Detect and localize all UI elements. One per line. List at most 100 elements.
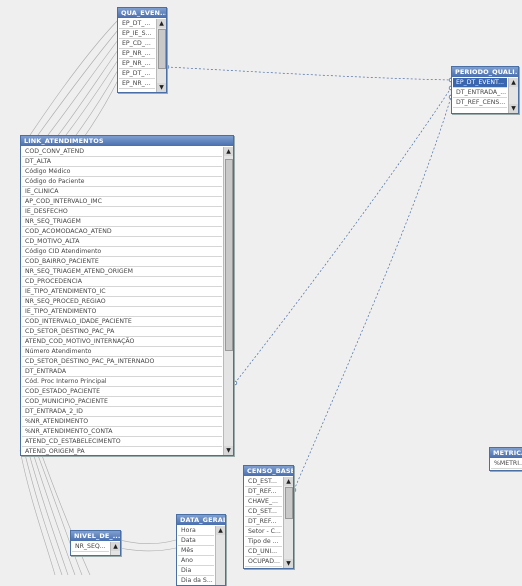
field-row[interactable]: NR_SEQ_TRIAGEM_ATEND_ORIGEM — [22, 267, 222, 277]
field-row[interactable]: CD_MOTIVO_ALTA — [22, 237, 222, 247]
field-row[interactable]: IE_TIPO_ATENDIMENTO_IC — [22, 287, 222, 297]
table-link-atendimentos[interactable]: LINK_ATENDIMENTOS COD_CONV_ATEND DT_ALTA C… — [20, 135, 234, 456]
field-row[interactable]: EP_DT_EVENT... — [453, 78, 507, 88]
table-nivel-de[interactable]: NIVEL_DE_... NR_SEQ... ▲ — [70, 530, 121, 556]
table-metrica[interactable]: METRICA_... %METRI... — [489, 447, 522, 471]
field-row[interactable]: Data — [178, 536, 214, 546]
field-row[interactable]: ATEND_ORIGEM_PA — [22, 447, 222, 455]
field-row[interactable]: DT_ENTRADA_... — [453, 88, 507, 98]
field-row[interactable]: NR_SEQ... — [72, 542, 109, 552]
field-row[interactable]: COD_MUNICIPIO_PACIENTE — [22, 397, 222, 407]
table-body: Hora Data Mês Ano Dia Dia da S... ▲ — [177, 526, 225, 585]
table-title[interactable]: QUA_EVEN... — [118, 8, 166, 18]
field-row[interactable]: CD_SETOR_DESTINO_PAC_PA_INTERNADO — [22, 357, 222, 367]
field-row[interactable]: Cód. Proc Interno Principal — [22, 377, 222, 387]
table-censo-base[interactable]: CENSO_BASE CD_EST... DT_REF... CHAVE_... CD… — [243, 465, 294, 569]
field-row[interactable]: DT_ALTA — [22, 157, 222, 167]
field-row[interactable]: CD_EST... — [245, 477, 282, 487]
scrollbar[interactable]: ▲ ▼ — [283, 477, 293, 568]
table-qua-even[interactable]: QUA_EVEN... EP_DT_... EP_IE_S... EP_CD_...… — [117, 7, 167, 93]
table-title[interactable]: PERIODO_QUALI... — [452, 67, 518, 77]
table-body: NR_SEQ... ▲ — [71, 542, 120, 555]
table-periodo-quali[interactable]: PERIODO_QUALI... EP_DT_EVENT... DT_ENTRAD… — [451, 66, 519, 114]
scroll-up-icon[interactable]: ▲ — [224, 147, 233, 156]
scrollbar[interactable]: ▲ — [110, 542, 120, 555]
table-body: EP_DT_EVENT... DT_ENTRADA_... DT_REF_CENS.… — [452, 78, 518, 113]
field-row[interactable]: Número Atendimento — [22, 347, 222, 357]
field-row[interactable]: COD_BAIRRO_PACIENTE — [22, 257, 222, 267]
field-row[interactable]: IE_TIPO_ATENDIMENTO — [22, 307, 222, 317]
field-row[interactable]: Dia da S... — [178, 576, 214, 585]
field-row[interactable]: DT_REF_CENS... — [453, 98, 507, 108]
field-row[interactable]: COD_INTERVALO_IDADE_PACIENTE — [22, 317, 222, 327]
field-row[interactable]: EP_IE_S... — [119, 29, 155, 39]
field-row[interactable]: %NR_ATENDIMENTO_CONTA — [22, 427, 222, 437]
field-row[interactable]: EP_NR_... — [119, 59, 155, 69]
field-row[interactable]: OCUPAD... — [245, 557, 282, 567]
field-list: NR_SEQ... — [71, 542, 110, 555]
table-title[interactable]: DATA_GERAL — [177, 515, 225, 525]
field-row[interactable]: Hora — [178, 526, 214, 536]
field-row[interactable]: CD_UNI... — [245, 547, 282, 557]
field-row[interactable]: EP_CD_... — [119, 39, 155, 49]
scroll-down-icon[interactable]: ▼ — [509, 104, 518, 113]
field-list: CD_EST... DT_REF... CHAVE_... CD_SET... DT_R… — [244, 477, 283, 568]
field-row[interactable]: Código Médico — [22, 167, 222, 177]
scroll-up-icon[interactable]: ▲ — [111, 542, 120, 551]
field-row[interactable]: COD_ACOMODACAO_ATEND — [22, 227, 222, 237]
scrollbar[interactable]: ▲ — [215, 526, 225, 585]
table-title[interactable]: METRICA_... — [490, 448, 522, 458]
field-row[interactable]: ATEND_COD_MOTIVO_INTERNAÇÃO — [22, 337, 222, 347]
scroll-up-icon[interactable]: ▲ — [284, 477, 293, 486]
table-title[interactable]: NIVEL_DE_... — [71, 531, 120, 541]
field-row[interactable]: DT_REF... — [245, 517, 282, 527]
field-row[interactable]: Ano — [178, 556, 214, 566]
field-row[interactable]: Tipo de ... — [245, 537, 282, 547]
table-data-geral[interactable]: DATA_GERAL Hora Data Mês Ano Dia Dia da S... … — [176, 514, 226, 586]
field-row[interactable]: CHAVE_... — [245, 497, 282, 507]
field-list: EP_DT_EVENT... DT_ENTRADA_... DT_REF_CENS.… — [452, 78, 508, 113]
field-row[interactable]: Código CID Atendimento — [22, 247, 222, 257]
field-row[interactable]: CD_SET... — [245, 507, 282, 517]
field-row[interactable]: Mês — [178, 546, 214, 556]
field-row[interactable]: DT_REF... — [245, 487, 282, 497]
field-row[interactable]: NR_SEQ_PROCED_REGIAO — [22, 297, 222, 307]
field-row[interactable]: COD_ESTADO_PACIENTE — [22, 387, 222, 397]
field-row[interactable]: %METRI... — [491, 459, 522, 469]
scroll-down-icon[interactable]: ▼ — [224, 446, 233, 455]
scrollbar[interactable]: ▲ ▼ — [156, 19, 166, 92]
table-title[interactable]: CENSO_BASE — [244, 466, 293, 476]
scrollbar[interactable]: ▲ ▼ — [508, 78, 518, 113]
field-row[interactable]: Código do Paciente — [22, 177, 222, 187]
field-row[interactable]: AP_COD_INTERVALO_IMC — [22, 197, 222, 207]
field-row[interactable]: IE_CLINICA — [22, 187, 222, 197]
field-list: %METRI... — [490, 459, 522, 470]
table-body: CD_EST... DT_REF... CHAVE_... CD_SET... DT_R… — [244, 477, 293, 568]
field-row[interactable]: DT_ENTRADA_2_ID — [22, 407, 222, 417]
scroll-down-icon[interactable]: ▼ — [284, 559, 293, 568]
field-row[interactable]: EP_NR_... — [119, 49, 155, 59]
scroll-up-icon[interactable]: ▲ — [509, 78, 518, 87]
scroll-thumb[interactable] — [285, 487, 293, 519]
scroll-thumb[interactable] — [158, 29, 166, 69]
field-row[interactable]: NR_SEQ_TRIAGEM — [22, 217, 222, 227]
scrollbar[interactable]: ▲ ▼ — [223, 147, 233, 455]
field-row[interactable]: %NR_ATENDIMENTO — [22, 417, 222, 427]
field-row[interactable]: Setor - C... — [245, 527, 282, 537]
field-list: Hora Data Mês Ano Dia Dia da S... — [177, 526, 215, 585]
scroll-up-icon[interactable]: ▲ — [157, 19, 166, 28]
field-row[interactable]: EP_DT_... — [119, 69, 155, 79]
field-row[interactable]: EP_NR_... — [119, 79, 155, 89]
field-row[interactable]: COD_CONV_ATEND — [22, 147, 222, 157]
field-row[interactable]: ATEND_CD_ESTABELECIMENTO — [22, 437, 222, 447]
table-body: %METRI... — [490, 459, 522, 470]
field-row[interactable]: EP_DT_... — [119, 19, 155, 29]
field-row[interactable]: IE_DESFECHO — [22, 207, 222, 217]
field-row[interactable]: DT_ENTRADA — [22, 367, 222, 377]
field-row[interactable]: CD_SETOR_DESTINO_PAC_PA — [22, 327, 222, 337]
table-title[interactable]: LINK_ATENDIMENTOS — [21, 136, 233, 146]
scroll-up-icon[interactable]: ▲ — [216, 526, 225, 535]
scroll-thumb[interactable] — [225, 159, 233, 351]
field-row[interactable]: CD_PROCEDENCIA — [22, 277, 222, 287]
scroll-down-icon[interactable]: ▼ — [157, 83, 166, 92]
